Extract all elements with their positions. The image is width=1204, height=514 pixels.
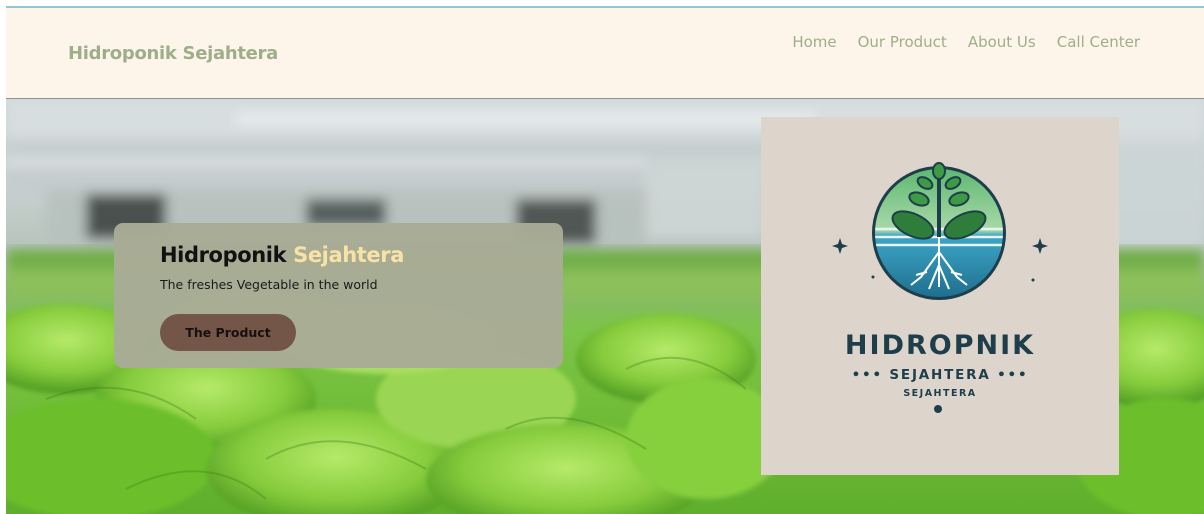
nav-links: Home Our Product About Us Call Center bbox=[771, 33, 1140, 51]
navbar: Hidroponik Sejahtera Home Our Product Ab… bbox=[6, 8, 1204, 99]
logo-emblem-icon bbox=[832, 162, 1048, 300]
logo-tagline: ••• SEJAHTERA ••• bbox=[851, 367, 1029, 383]
the-product-button[interactable]: The Product bbox=[160, 314, 296, 351]
logo-subtagline: SEJAHTERA bbox=[903, 388, 977, 399]
brand-logo-image: HIDROPNIK ••• SEJAHTERA ••• SEJAHTERA bbox=[761, 117, 1119, 475]
nav-home-link[interactable]: Home bbox=[792, 33, 836, 51]
hero-title: Hidroponik Sejahtera bbox=[160, 243, 404, 267]
nav-call-center-link[interactable]: Call Center bbox=[1057, 33, 1140, 51]
hero-title-main: Hidroponik bbox=[160, 243, 287, 267]
logo-wordmark: HIDROPNIK bbox=[844, 330, 1036, 361]
logo-dot-icon bbox=[934, 405, 942, 413]
nav-our-product-link[interactable]: Our Product bbox=[858, 33, 947, 51]
hero-title-accent: Sejahtera bbox=[293, 243, 404, 267]
hero-section: Hidroponik Sejahtera The freshes Vegetab… bbox=[6, 99, 1204, 514]
hero-card: Hidroponik Sejahtera The freshes Vegetab… bbox=[114, 223, 563, 368]
hero-subtitle: The freshes Vegetable in the world bbox=[160, 277, 378, 292]
brand-logo-text[interactable]: Hidroponik Sejahtera bbox=[68, 43, 278, 64]
nav-about-us-link[interactable]: About Us bbox=[968, 33, 1036, 51]
